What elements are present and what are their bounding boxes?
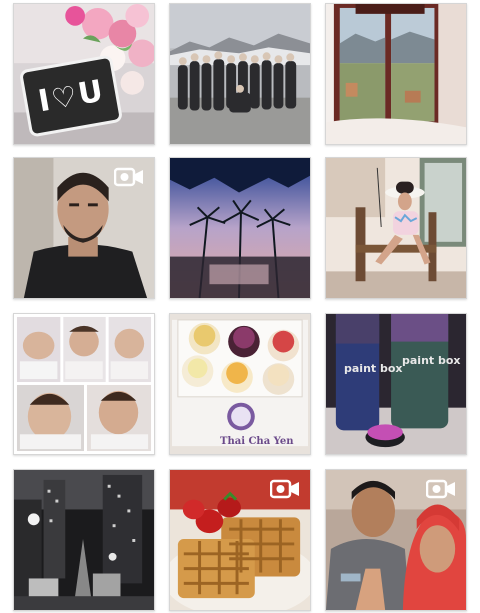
photo-image — [170, 158, 310, 298]
photo-tile-window-view[interactable] — [325, 3, 467, 145]
video-camera-icon — [270, 479, 299, 499]
photo-tile-cupcake-box[interactable]: Thai Cha Yen — [169, 313, 311, 455]
photo-image — [14, 314, 154, 454]
video-camera-icon — [114, 167, 143, 187]
video-camera-icon — [426, 479, 455, 499]
photo-tile-i-love-you[interactable]: I ♡ U — [13, 3, 155, 145]
photo-grid: I ♡ U Thai Cha Yen paint box paint box — [0, 0, 480, 613]
paint-box-label-left: paint box — [344, 362, 403, 375]
photo-image — [326, 158, 466, 298]
photo-tile-city-night[interactable] — [13, 469, 155, 611]
photo-image — [326, 4, 466, 144]
cupcake-brand-label: Thai Cha Yen — [220, 436, 294, 447]
photo-tile-waffles[interactable] — [169, 469, 311, 611]
photo-tile-woman-hat[interactable] — [325, 157, 467, 299]
sign-letter-u: U — [75, 73, 107, 112]
photo-image — [326, 314, 466, 454]
photo-tile-car-selfie[interactable] — [13, 157, 155, 299]
photo-tile-baby-collage[interactable] — [13, 313, 155, 455]
photo-tile-palm-sunset[interactable] — [169, 157, 311, 299]
photo-image — [170, 314, 310, 454]
paint-box-label-right: paint box — [402, 354, 461, 367]
photo-tile-paint-box[interactable]: paint box paint box — [325, 313, 467, 455]
photo-image — [170, 4, 310, 144]
photo-tile-group-mountains[interactable] — [169, 3, 311, 145]
photo-image — [14, 470, 154, 610]
photo-tile-couple-selfie[interactable] — [325, 469, 467, 611]
